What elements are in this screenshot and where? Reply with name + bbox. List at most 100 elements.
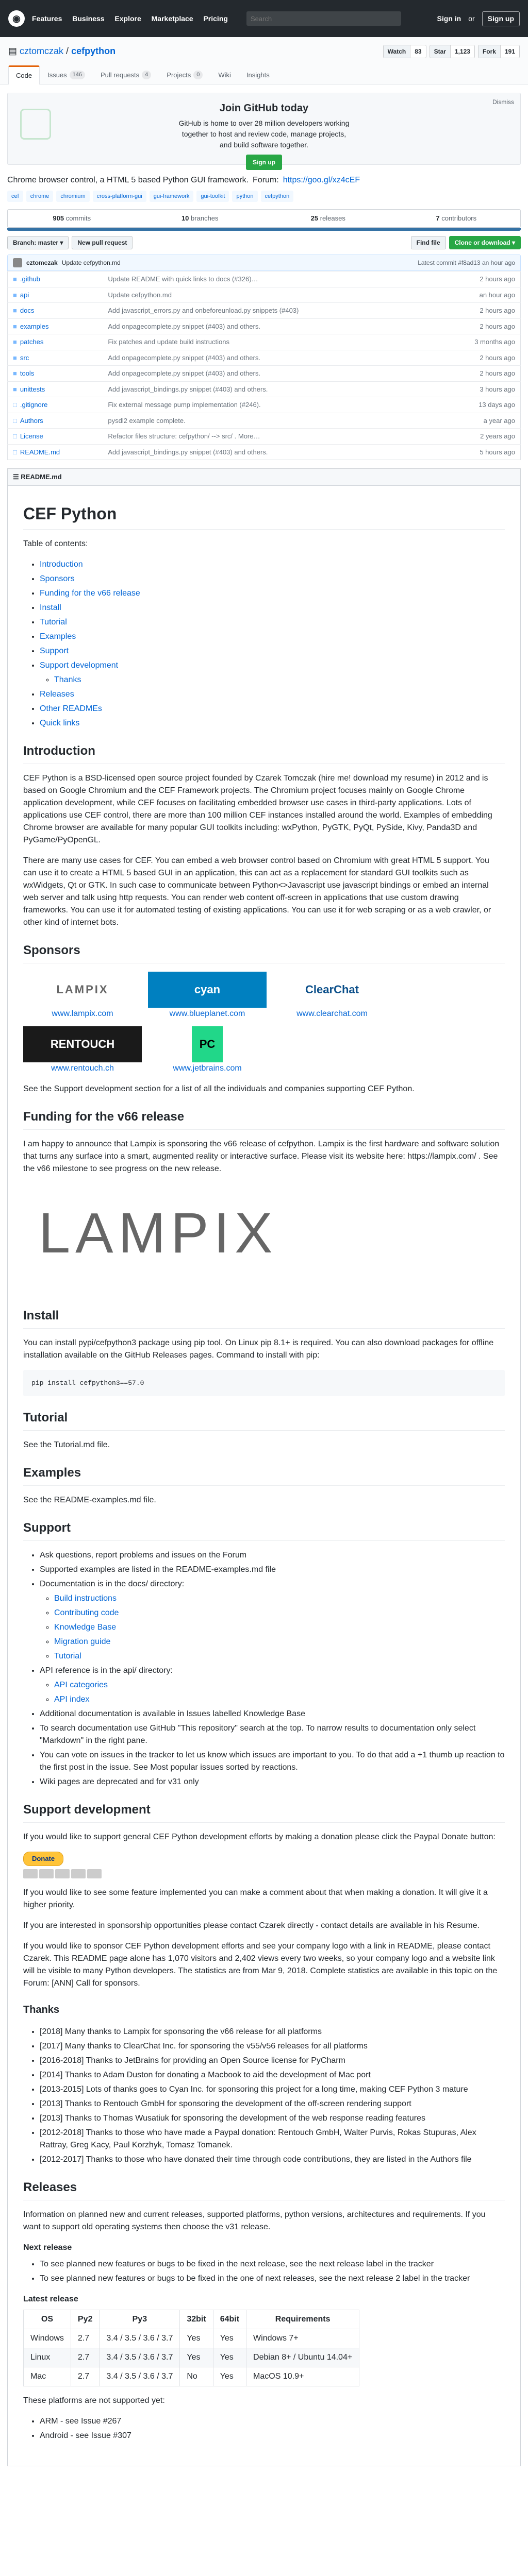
toc-link[interactable]: Thanks	[54, 675, 81, 684]
file-link[interactable]: Authors	[20, 417, 43, 425]
file-commit-message[interactable]: Update cefpython.md	[103, 286, 436, 303]
topic-tag[interactable]: chrome	[26, 190, 54, 202]
table-row[interactable]: ■ .github Update README with quick links t…	[7, 271, 521, 287]
topic-tag[interactable]: gui-framework	[149, 190, 194, 202]
file-name-cell[interactable]: ■ unittests	[7, 381, 103, 397]
docs-link[interactable]: Tutorial	[54, 1652, 81, 1660]
file-link[interactable]: src	[20, 354, 29, 362]
commit-message[interactable]: Update cefpython.md	[62, 258, 121, 267]
sponsor-link[interactable]: www.jetbrains.com	[173, 1064, 241, 1073]
tab-pull-requests[interactable]: Pull requests 4	[93, 65, 159, 84]
sponsor-link[interactable]: www.lampix.com	[52, 1009, 113, 1018]
file-link[interactable]: README.md	[20, 448, 60, 456]
dismiss-button[interactable]: Dismiss	[492, 97, 514, 107]
star-count[interactable]: 1,123	[450, 45, 474, 58]
forum-link[interactable]: https://goo.gl/xz4cEF	[283, 174, 360, 187]
tab-wiki[interactable]: Wiki	[210, 65, 239, 84]
toc-link[interactable]: Funding for the v66 release	[40, 589, 140, 598]
file-commit-message[interactable]: Add javascript_bindings.py snippet (#403…	[103, 444, 436, 460]
topic-tag[interactable]: cef	[7, 190, 23, 202]
commit-author[interactable]: cztomczak	[26, 258, 58, 267]
file-name-cell[interactable]: ■ .github	[7, 271, 103, 287]
sponsor-rentouch[interactable]: RENTOUCH www.rentouch.ch	[23, 1026, 142, 1075]
nav-explore[interactable]: Explore	[114, 14, 141, 23]
docs-link[interactable]: Contributing code	[54, 1608, 119, 1617]
watch-count[interactable]: 83	[410, 45, 426, 58]
table-row[interactable]: ■ patches Fix patches and update build ins…	[7, 334, 521, 350]
topic-tag[interactable]: cross-platform-gui	[92, 190, 146, 202]
toc-link[interactable]: Support development	[40, 661, 118, 670]
sponsor-cyan[interactable]: cyan www.blueplanet.com	[148, 971, 267, 1020]
nav-marketplace[interactable]: Marketplace	[152, 14, 193, 23]
new-pull-request-button[interactable]: New pull request	[72, 236, 133, 249]
star-button[interactable]: Star 1,123	[429, 44, 475, 58]
table-row[interactable]: □ .gitignore Fix external message pump imp…	[7, 397, 521, 413]
docs-link[interactable]: Knowledge Base	[54, 1623, 116, 1632]
api-link[interactable]: API categories	[54, 1681, 108, 1689]
nav-features[interactable]: Features	[32, 14, 62, 23]
table-row[interactable]: ■ examples Add onpagecomplete.py snippet (…	[7, 318, 521, 334]
branch-selector[interactable]: Branch: master ▾	[7, 236, 69, 249]
table-row[interactable]: ■ docs Add javascript_errors.py and onbefo…	[7, 302, 521, 318]
table-row[interactable]: ■ src Add onpagecomplete.py snippet (#403)…	[7, 349, 521, 366]
file-link[interactable]: tools	[20, 369, 34, 377]
topic-tag[interactable]: cefpython	[260, 190, 294, 202]
toc-link[interactable]: Install	[40, 603, 61, 612]
table-row[interactable]: □ License Refactor files structure: cefpyt…	[7, 428, 521, 444]
table-row[interactable]: □ Authors pysdl2 example complete. a year a…	[7, 412, 521, 429]
file-name-cell[interactable]: ■ src	[7, 349, 103, 366]
nav-pricing[interactable]: Pricing	[203, 14, 227, 23]
file-name-cell[interactable]: □ README.md	[7, 444, 103, 460]
file-link[interactable]: License	[20, 432, 43, 440]
table-row[interactable]: □ README.md Add javascript_bindings.py sni…	[7, 444, 521, 460]
sponsor-link[interactable]: www.rentouch.ch	[51, 1064, 114, 1073]
toc-link[interactable]: Support	[40, 647, 69, 655]
toc-link[interactable]: Releases	[40, 690, 74, 699]
file-name-cell[interactable]: ■ patches	[7, 334, 103, 350]
file-commit-message[interactable]: Update README with quick links to docs (…	[103, 271, 436, 287]
join-sign-up-button[interactable]: Sign up	[246, 154, 282, 170]
repo-name-link[interactable]: cefpython	[71, 46, 116, 56]
avatar[interactable]	[13, 258, 22, 267]
commits-stat[interactable]: 905 commits	[8, 213, 136, 224]
file-link[interactable]: .github	[20, 275, 40, 283]
file-name-cell[interactable]: ■ docs	[7, 302, 103, 318]
nav-business[interactable]: Business	[72, 14, 104, 23]
sponsor-lampix[interactable]: LAMPIX www.lampix.com	[23, 972, 142, 1020]
api-link[interactable]: API index	[54, 1695, 89, 1704]
table-row[interactable]: ■ unittests Add javascript_bindings.py sni…	[7, 381, 521, 397]
paypal-donate-button[interactable]: Donate	[23, 1852, 64, 1866]
file-link[interactable]: .gitignore	[20, 401, 47, 409]
tab-issues[interactable]: Issues 146	[40, 65, 93, 84]
toc-link[interactable]: Quick links	[40, 719, 79, 727]
repo-owner-link[interactable]: cztomczak	[20, 46, 63, 56]
file-commit-message[interactable]: Add onpagecomplete.py snippet (#403) and…	[103, 365, 436, 381]
file-commit-message[interactable]: Add onpagecomplete.py snippet (#403) and…	[103, 349, 436, 366]
toc-link[interactable]: Introduction	[40, 560, 83, 569]
docs-link[interactable]: Migration guide	[54, 1637, 110, 1646]
toc-link[interactable]: Sponsors	[40, 574, 75, 583]
contributors-stat[interactable]: 7 contributors	[392, 213, 521, 224]
sponsor-clearchat[interactable]: ClearChat www.clearchat.com	[273, 972, 391, 1020]
toc-link[interactable]: Examples	[40, 632, 76, 641]
github-logo-icon[interactable]: ◉	[8, 10, 25, 27]
tab-code[interactable]: Code	[8, 65, 40, 84]
file-link[interactable]: unittests	[20, 385, 45, 393]
file-link[interactable]: examples	[20, 323, 49, 330]
topic-tag[interactable]: chromium	[56, 190, 90, 202]
table-row[interactable]: ■ api Update cefpython.md an hour ago	[7, 286, 521, 303]
table-row[interactable]: ■ tools Add onpagecomplete.py snippet (#40…	[7, 365, 521, 381]
topic-tag[interactable]: gui-toolkit	[196, 190, 229, 202]
file-commit-message[interactable]: Refactor files structure: cefpython/ -->…	[103, 428, 436, 444]
file-name-cell[interactable]: ■ tools	[7, 365, 103, 381]
file-commit-message[interactable]: pysdl2 example complete.	[103, 412, 436, 429]
tab-insights[interactable]: Insights	[239, 65, 277, 84]
sponsor-link[interactable]: www.clearchat.com	[296, 1009, 368, 1018]
toc-link[interactable]: Other READMEs	[40, 704, 102, 713]
watch-button[interactable]: Watch 83	[383, 44, 426, 58]
file-name-cell[interactable]: ■ examples	[7, 318, 103, 334]
file-name-cell[interactable]: ■ api	[7, 286, 103, 303]
file-link[interactable]: docs	[20, 307, 34, 314]
file-link[interactable]: api	[20, 291, 29, 299]
toc-link[interactable]: Tutorial	[40, 618, 67, 626]
